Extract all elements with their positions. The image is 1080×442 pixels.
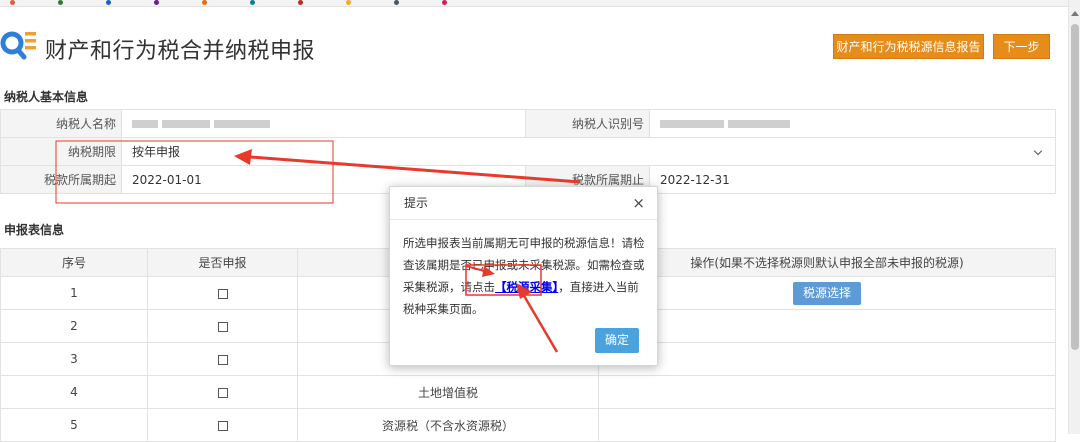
basic-info-section-title: 纳税人基本信息 bbox=[4, 90, 89, 104]
confirm-button[interactable]: 确定 bbox=[595, 328, 639, 353]
action-cell bbox=[598, 342, 1056, 376]
row-number: 3 bbox=[0, 342, 148, 376]
tax-period-row: 纳税期限 按年申报 bbox=[0, 137, 1056, 166]
taxpayer-name-value bbox=[121, 109, 526, 138]
close-icon[interactable]: × bbox=[632, 187, 645, 220]
period-start-label: 税款所属期起 bbox=[0, 165, 122, 194]
action-cell bbox=[598, 309, 1056, 343]
bookmark-favicon-icon[interactable] bbox=[250, 0, 255, 5]
declare-checkbox[interactable] bbox=[217, 420, 228, 431]
dialog-header: 提示 × bbox=[390, 187, 657, 220]
tax-period-selected-value: 按年申报 bbox=[132, 145, 181, 159]
bookmarks-bar bbox=[0, 0, 1068, 7]
tax-period-label: 纳税期限 bbox=[0, 137, 122, 166]
bookmark-favicon-icon[interactable] bbox=[154, 0, 159, 5]
declare-checkbox[interactable] bbox=[217, 288, 228, 299]
column-header-declare: 是否申报 bbox=[147, 248, 298, 277]
table-row: 5 资源税（不含水资源税） bbox=[0, 408, 1056, 442]
dialog-title: 提示 bbox=[404, 196, 429, 210]
declare-checkbox[interactable] bbox=[217, 321, 228, 332]
tax-type-cell: 土地增值税 bbox=[297, 375, 599, 409]
bookmark-favicon-icon[interactable] bbox=[298, 0, 303, 5]
table-row: 4 土地增值税 bbox=[0, 375, 1056, 409]
taxpayer-id-value bbox=[649, 109, 1056, 138]
declare-checkbox[interactable] bbox=[217, 354, 228, 365]
tax-period-select[interactable]: 按年申报 bbox=[121, 137, 1056, 166]
page-title: 财产和行为税合并纳税申报 bbox=[45, 39, 316, 64]
declare-cell bbox=[147, 342, 298, 376]
chevron-down-icon bbox=[1033, 146, 1043, 156]
row-number: 4 bbox=[0, 375, 148, 409]
select-tax-source-button[interactable]: 税源选择 bbox=[793, 281, 861, 305]
tax-type-cell: 资源税（不含水资源税） bbox=[297, 408, 599, 442]
declaration-section-title: 申报表信息 bbox=[4, 223, 65, 237]
basic-info-table: 纳税人名称 纳税人识别号 纳税期限 按年申报 税款所属期起 2022-01-01… bbox=[0, 109, 1056, 194]
bookmark-favicon-icon[interactable] bbox=[394, 0, 399, 5]
declare-checkbox[interactable] bbox=[217, 387, 228, 398]
dialog-message: 所选申报表当前属期无可申报的税源信息！请检查该属期是否已申报或未采集税源。如需检… bbox=[390, 220, 657, 320]
search-list-icon bbox=[0, 31, 36, 60]
taxpayer-row: 纳税人名称 纳税人识别号 bbox=[0, 109, 1056, 138]
taxpayer-name-label: 纳税人名称 bbox=[0, 109, 122, 138]
bookmark-favicon-icon[interactable] bbox=[442, 0, 447, 5]
scroll-thumb[interactable] bbox=[1071, 24, 1079, 350]
scroll-up-arrow-icon[interactable] bbox=[1071, 11, 1079, 16]
tax-source-collect-link[interactable]: 【税源采集】 bbox=[495, 280, 558, 294]
tax-source-report-button[interactable]: 财产和行为税税源信息报告 bbox=[833, 34, 984, 59]
bookmark-favicon-icon[interactable] bbox=[10, 0, 15, 5]
action-cell bbox=[598, 408, 1056, 442]
declare-cell bbox=[147, 408, 298, 442]
action-cell bbox=[598, 375, 1056, 409]
period-end-value: 2022-12-31 bbox=[649, 165, 1056, 194]
bookmark-favicon-icon[interactable] bbox=[346, 0, 351, 5]
next-step-button[interactable]: 下一步 bbox=[993, 34, 1050, 59]
declare-cell bbox=[147, 276, 298, 310]
column-header-no: 序号 bbox=[0, 248, 148, 277]
column-header-action: 操作(如果不选择税源则默认申报全部未申报的税源) bbox=[598, 248, 1056, 277]
declare-cell bbox=[147, 375, 298, 409]
declare-cell bbox=[147, 309, 298, 343]
action-cell: 税源选择 bbox=[598, 276, 1056, 310]
row-number: 5 bbox=[0, 408, 148, 442]
vertical-scrollbar[interactable] bbox=[1068, 0, 1080, 434]
bookmark-favicon-icon[interactable] bbox=[202, 0, 207, 5]
row-number: 2 bbox=[0, 309, 148, 343]
row-number: 1 bbox=[0, 276, 148, 310]
bookmark-favicon-icon[interactable] bbox=[58, 0, 63, 5]
taxpayer-id-label: 纳税人识别号 bbox=[525, 109, 650, 138]
bookmark-favicon-icon[interactable] bbox=[106, 0, 111, 5]
prompt-dialog: 提示 × 所选申报表当前属期无可申报的税源信息！请检查该属期是否已申报或未采集税… bbox=[389, 186, 658, 366]
